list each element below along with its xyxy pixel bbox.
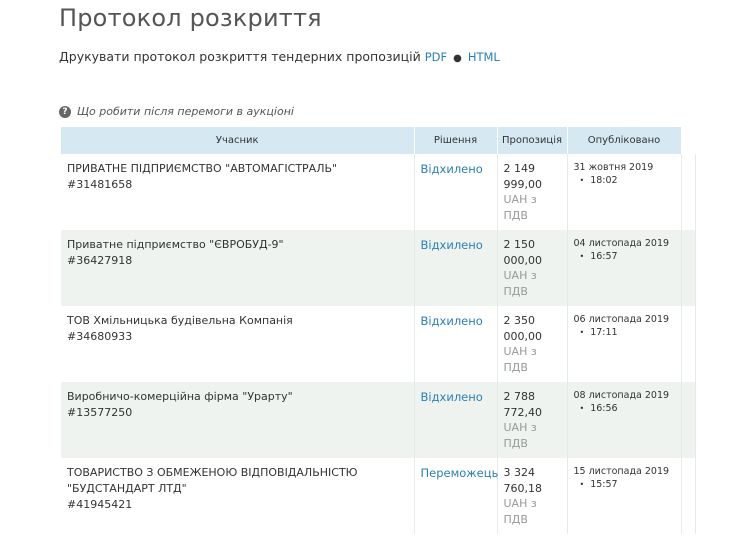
bid-amount-line-2: 772,40 — [503, 405, 543, 419]
header-participant: Учасник — [61, 127, 415, 154]
help-link[interactable]: ? Що робити після перемоги в аукціоні — [59, 105, 294, 118]
bid-currency-line-2: ПДВ — [503, 284, 528, 298]
bid-currency-line-2: ПДВ — [503, 436, 528, 450]
decision-link[interactable]: Відхилено — [421, 314, 483, 328]
decision-link[interactable]: Переможець — [421, 466, 499, 480]
participant-code: #13577250 — [67, 406, 133, 419]
decision-link[interactable]: Відхилено — [421, 162, 483, 176]
bid-amount-line-2: 760,18 — [503, 481, 543, 495]
bid-currency-line-1: UAH з — [503, 421, 537, 434]
table-row: Виробничо-комерційна фірма "Урарту" #135… — [61, 382, 696, 458]
published-cell: 06 листопада 2019 17:11 — [567, 306, 682, 382]
table-row: ТОВ Хмільницька будівельна Компанія #346… — [61, 306, 696, 382]
published-date: 04 листопада 2019 — [573, 238, 670, 249]
bid-currency-line-2: ПДВ — [503, 512, 528, 526]
spacer-cell — [681, 230, 696, 306]
published-cell: 31 жовтня 2019 18:02 — [567, 154, 682, 230]
help-text: Що робити після перемоги в аукціоні — [77, 105, 294, 118]
published-time: 16:57 — [574, 250, 675, 263]
published-time: 17:11 — [574, 326, 675, 339]
participant-name: Виробничо-комерційна фірма "Урарту" — [67, 390, 293, 403]
table-row: ТОВАРИСТВО З ОБМЕЖЕНОЮ ВІДПОВІДАЛЬНІСТЮ … — [61, 458, 696, 534]
print-protocol-line: Друкувати протокол розкриття тендерних п… — [59, 49, 500, 64]
participant-cell: ТОВАРИСТВО З ОБМЕЖЕНОЮ ВІДПОВІДАЛЬНІСТЮ … — [61, 458, 415, 534]
decision-cell: Відхилено — [414, 230, 498, 306]
spacer-cell — [681, 382, 696, 458]
participant-code: #36427918 — [67, 254, 133, 267]
bid-amount-line-1: 2 149 — [503, 162, 536, 175]
decision-cell: Відхилено — [414, 154, 498, 230]
participant-cell: ТОВ Хмільницька будівельна Компанія #346… — [61, 306, 415, 382]
participant-name: ТОВАРИСТВО З ОБМЕЖЕНОЮ ВІДПОВІДАЛЬНІСТЮ … — [67, 466, 358, 495]
participant-code: #41945421 — [67, 498, 133, 511]
bid-currency-line-1: UAH з — [503, 193, 537, 206]
bid-amount-line-2: 000,00 — [503, 253, 543, 267]
published-date: 15 листопада 2019 — [573, 466, 670, 477]
decision-link[interactable]: Відхилено — [421, 390, 483, 404]
bid-amount-line-1: 3 324 — [503, 466, 536, 479]
question-circle-icon: ? — [59, 105, 71, 118]
bid-currency-line-2: ПДВ — [503, 208, 528, 222]
bid-amount-line-2: 000,00 — [503, 329, 543, 343]
table-row: ПРИВАТНЕ ПІДПРИЄМСТВО "АВТОМАГІСТРАЛЬ" #… — [61, 154, 696, 230]
print-protocol-text: Друкувати протокол розкриття тендерних п… — [59, 49, 421, 64]
table-row: Приватне підприємство "ЄВРОБУД-9" #36427… — [61, 230, 696, 306]
spacer-cell — [681, 458, 696, 534]
bid-currency-line-2: ПДВ — [503, 360, 528, 374]
participant-name: Приватне підприємство "ЄВРОБУД-9" — [67, 238, 284, 251]
published-date: 06 листопада 2019 — [573, 314, 670, 325]
published-time: 15:57 — [574, 478, 675, 491]
published-date: 08 листопада 2019 — [573, 390, 670, 401]
decision-link[interactable]: Відхилено — [421, 238, 483, 252]
pdf-link[interactable]: PDF — [425, 50, 447, 64]
bid-amount-line-1: 2 350 — [503, 314, 536, 327]
bid-currency-line-1: UAH з — [503, 345, 537, 358]
bid-amount-line-1: 2 788 — [503, 390, 536, 403]
decision-cell: Відхилено — [414, 306, 498, 382]
header-spacer — [681, 127, 696, 154]
published-cell: 08 листопада 2019 16:56 — [567, 382, 682, 458]
participant-cell: Виробничо-комерційна фірма "Урарту" #135… — [61, 382, 415, 458]
decision-cell: Відхилено — [414, 382, 498, 458]
table-header-row: Учасник Рішення Пропозиція Опубліковано — [61, 127, 696, 154]
bid-cell: 2 350 000,00 UAH з ПДВ — [497, 306, 568, 382]
html-link[interactable]: HTML — [468, 50, 500, 64]
page-title: Протокол розкриття — [59, 4, 322, 32]
participant-code: #31481658 — [67, 178, 133, 191]
participant-cell: ПРИВАТНЕ ПІДПРИЄМСТВО "АВТОМАГІСТРАЛЬ" #… — [61, 154, 415, 230]
header-bid: Пропозиція — [497, 127, 568, 154]
published-time: 18:02 — [574, 174, 675, 187]
published-cell: 04 листопада 2019 16:57 — [567, 230, 682, 306]
participant-name: ТОВ Хмільницька будівельна Компанія — [67, 314, 293, 327]
published-time: 16:56 — [574, 402, 675, 415]
bids-table: Учасник Рішення Пропозиція Опубліковано … — [61, 127, 696, 534]
bid-currency-line-1: UAH з — [503, 269, 537, 282]
bid-currency-line-1: UAH з — [503, 497, 537, 510]
bid-cell: 2 149 999,00 UAH з ПДВ — [497, 154, 568, 230]
header-decision: Рішення — [414, 127, 498, 154]
header-published: Опубліковано — [567, 127, 682, 154]
bid-cell: 2 150 000,00 UAH з ПДВ — [497, 230, 568, 306]
decision-cell: Переможець — [414, 458, 499, 534]
bid-amount-line-2: 999,00 — [503, 177, 543, 191]
participant-name: ПРИВАТНЕ ПІДПРИЄМСТВО "АВТОМАГІСТРАЛЬ" — [67, 162, 338, 175]
spacer-cell — [681, 306, 696, 382]
published-cell: 15 листопада 2019 15:57 — [567, 458, 682, 534]
separator-dot: ● — [453, 53, 462, 64]
bid-cell: 3 324 760,18 UAH з ПДВ — [497, 458, 568, 534]
participant-cell: Приватне підприємство "ЄВРОБУД-9" #36427… — [61, 230, 415, 306]
spacer-cell — [681, 154, 696, 230]
bid-amount-line-1: 2 150 — [503, 238, 536, 251]
participant-code: #34680933 — [67, 330, 133, 343]
published-date: 31 жовтня 2019 — [573, 162, 654, 173]
bid-cell: 2 788 772,40 UAH з ПДВ — [497, 382, 568, 458]
